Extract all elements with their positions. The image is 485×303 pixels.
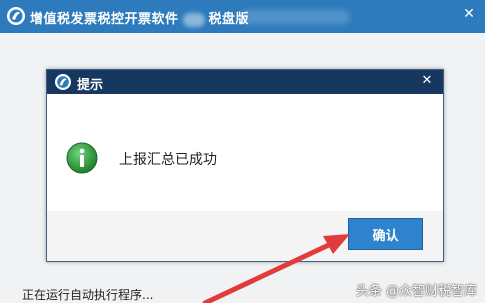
watermark-text: 头条 @众智财税智库	[355, 284, 477, 299]
close-icon: ✕	[463, 6, 475, 22]
dialog-close-button[interactable]: ✕	[419, 73, 435, 89]
dialog-title: 提示	[77, 78, 104, 93]
dialog-title-bar: 提示 ✕	[47, 70, 443, 94]
dialog-message: 上报汇总已成功	[119, 152, 217, 168]
confirm-button-label: 确认	[372, 228, 399, 244]
dialog-logo-icon	[55, 74, 71, 90]
app-title-bar: 增值税发票税控开票软件 税盘版 ✕	[0, 0, 485, 33]
app-logo-icon	[7, 7, 25, 25]
info-icon	[66, 142, 98, 174]
app-title: 增值税发票税控开票软件 税盘版	[30, 8, 249, 27]
status-text: 正在运行自动执行程序...	[22, 288, 154, 302]
app-title-left: 增值税发票税控开票软件	[30, 12, 179, 27]
window-close-button[interactable]: ✕	[461, 6, 477, 22]
close-icon: ✕	[421, 73, 433, 88]
confirm-button[interactable]: 确认	[348, 218, 423, 250]
prompt-dialog: 提示 ✕ 上报汇总已成功 确认	[46, 69, 444, 262]
